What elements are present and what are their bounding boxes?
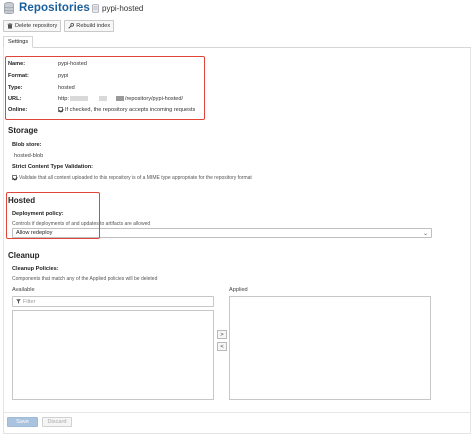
applied-label: Applied	[229, 287, 248, 293]
save-button[interactable]: Save	[7, 417, 38, 427]
redacted-port	[115, 96, 124, 102]
redacted-host-part	[98, 96, 107, 102]
redacted-host	[69, 96, 88, 102]
format-label: Format:	[8, 73, 29, 79]
delete-repository-label: Delete repository	[15, 23, 58, 29]
url-suffix: /repository/pypi-hosted/	[124, 96, 184, 102]
strict-validation-checkbox[interactable]	[12, 175, 17, 181]
repository-icon	[92, 4, 99, 13]
discard-button[interactable]: Discard	[42, 417, 72, 427]
page-title[interactable]: Repositories	[19, 2, 90, 14]
wrench-icon	[68, 23, 75, 29]
cleanup-policies-label: Cleanup Policies:	[12, 266, 59, 272]
url-prefix: http:	[58, 96, 69, 102]
footer-divider	[3, 412, 471, 413]
online-label: Online:	[8, 107, 28, 113]
name-value: pypi-hosted	[58, 61, 87, 67]
delete-repository-button[interactable]: Delete repository	[3, 20, 62, 32]
filter-icon	[16, 299, 21, 304]
strict-validation-description: Validate that all content uploaded to th…	[19, 175, 252, 181]
name-label: Name:	[8, 61, 26, 67]
tab-bar: Settings	[3, 36, 471, 48]
blob-store-value: hosted-blob	[14, 153, 44, 159]
online-checkbox[interactable]	[58, 107, 63, 113]
type-label: Type:	[8, 85, 23, 91]
remove-policy-button[interactable]: <	[217, 342, 227, 351]
toolbar: Delete repository Rebuild index	[3, 20, 115, 32]
deployment-policy-value: Allow redeploy	[16, 230, 53, 236]
deployment-policy-label: Deployment policy:	[12, 211, 64, 217]
rebuild-index-button[interactable]: Rebuild index	[64, 20, 115, 32]
format-value: pypi	[58, 73, 69, 79]
breadcrumb-separator: /	[84, 3, 87, 13]
online-field: If checked, the repository accepts incom…	[58, 107, 195, 113]
hosted-heading: Hosted	[8, 196, 36, 205]
trash-icon	[7, 23, 13, 29]
breadcrumb-current: pypi-hosted	[102, 4, 144, 13]
online-description: If checked, the repository accepts incom…	[65, 107, 196, 113]
filter-placeholder: Filter	[23, 298, 36, 305]
deployment-policy-hint: Controls if deployments of and updates t…	[12, 221, 151, 227]
strict-validation-label: Strict Content Type Validation:	[12, 164, 94, 170]
filter-input[interactable]: Filter	[12, 296, 214, 307]
applied-policies-list[interactable]	[229, 296, 431, 400]
page-header: Repositories / pypi-hosted	[0, 0, 474, 18]
storage-heading: Storage	[8, 126, 38, 135]
chevron-down-icon: ⌄	[422, 231, 428, 237]
database-icon	[4, 2, 14, 14]
available-policies-list[interactable]	[12, 310, 214, 400]
tab-settings[interactable]: Settings	[3, 36, 34, 48]
rebuild-index-label: Rebuild index	[76, 23, 111, 29]
type-value: hosted	[58, 85, 75, 91]
cleanup-policies-hint: Components that match any of the Applied…	[12, 276, 158, 282]
deployment-policy-select[interactable]: Allow redeploy ⌄	[12, 228, 432, 238]
strict-validation-field: Validate that all content uploaded to th…	[12, 175, 252, 181]
url-value[interactable]: http: /repository/pypi-hosted/	[58, 96, 183, 102]
available-label: Available	[12, 287, 35, 293]
blob-store-label: Blob store:	[12, 142, 42, 148]
url-label: URL:	[8, 96, 22, 102]
add-policy-button[interactable]: >	[217, 330, 227, 339]
cleanup-heading: Cleanup	[8, 251, 40, 260]
